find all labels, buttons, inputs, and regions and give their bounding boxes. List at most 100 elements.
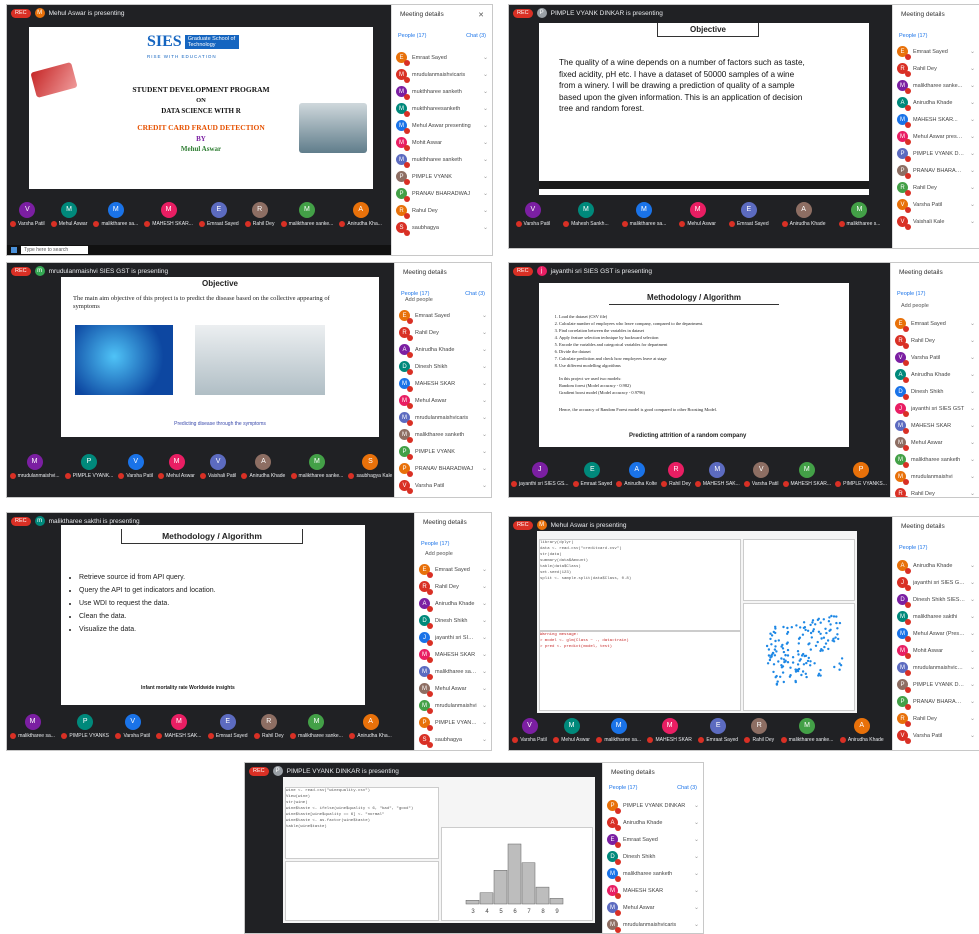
participant-row[interactable]: Mmrudulanmaishvicaris ⌄ [607, 916, 699, 933]
participant-row[interactable]: MMehul Aswar presenting ⌄ [897, 128, 975, 145]
chevron-down-icon[interactable]: ⌄ [482, 685, 487, 692]
participant-tile[interactable]: Mmrudulanmaishvi... [9, 453, 60, 479]
participant-row[interactable]: M Mehul Aswar ⌄ [419, 680, 487, 697]
chevron-down-icon[interactable]: ⌄ [970, 698, 975, 705]
chevron-down-icon[interactable]: ⌄ [482, 634, 487, 641]
tab-people[interactable]: People (17) [899, 33, 927, 39]
participant-tile[interactable]: M MAHESH SAK... [156, 713, 201, 739]
participant-row[interactable]: V Varsha Patil ⌄ [895, 349, 975, 366]
participant-row[interactable]: PPRANAV BHARADWAJ ⌄ [897, 162, 975, 179]
participant-tile[interactable]: P PIMPLE VYANK... [64, 453, 113, 479]
participant-tile[interactable]: P PIMPLE VYANKS... [835, 461, 887, 487]
chevron-down-icon[interactable]: ⌄ [970, 201, 975, 208]
participant-tile[interactable]: Mmaliktharee sanke... [780, 717, 833, 743]
participant-row[interactable]: R Rahil Dey ⌄ [419, 578, 487, 595]
participant-tile[interactable]: V Varsha Patil [115, 713, 150, 739]
participant-tile[interactable]: Mmaliktharee sanke... [290, 453, 343, 479]
chevron-down-icon[interactable]: ⌄ [483, 122, 488, 129]
participant-tile[interactable]: M Mehul Aswar [50, 201, 87, 227]
participant-row[interactable]: A Anirudha Khade ⌄ [897, 557, 975, 574]
participant-row[interactable]: V Varsha Patil ⌄ [897, 196, 975, 213]
chevron-down-icon[interactable]: ⌄ [970, 681, 975, 688]
chevron-down-icon[interactable]: ⌄ [970, 320, 975, 327]
tab-chat[interactable]: Chat (3) [465, 291, 485, 297]
participant-row[interactable]: PPRANAV BHARADWAJ ⌄ [396, 185, 488, 202]
tab-people[interactable]: People (17) [421, 541, 449, 547]
participant-row[interactable]: D Dinesh Shikh ⌄ [607, 848, 699, 865]
tab-people[interactable]: People (17) [398, 33, 426, 39]
chevron-down-icon[interactable]: ⌄ [970, 371, 975, 378]
chevron-down-icon[interactable]: ⌄ [482, 668, 487, 675]
participant-row[interactable]: M MAHESH SKAR ⌄ [419, 646, 487, 663]
participant-row[interactable]: M MAHESH SKAR ⌄ [399, 375, 487, 392]
chevron-down-icon[interactable]: ⌄ [970, 184, 975, 191]
participant-tile[interactable]: E Emraat Sayed [198, 201, 239, 227]
participant-row[interactable]: Mmrudulanmaishvicaris ⌄ [399, 409, 487, 426]
participant-row[interactable]: PPIMPLE VYANK DINKAR ⌄ [607, 797, 699, 814]
participant-row[interactable]: M MAHESH SKAR ⌄ [607, 882, 699, 899]
tab-chat[interactable]: Chat (3) [466, 33, 486, 39]
participant-row[interactable]: Mmukthharee sanketh ⌄ [396, 151, 488, 168]
chevron-down-icon[interactable]: ⌄ [970, 65, 975, 72]
participant-tile[interactable]: V Varsha Patil [118, 453, 153, 479]
participant-row[interactable]: PPIMPLE VYANK DINKAR ⌄ [897, 145, 975, 162]
participant-row[interactable]: D Dinesh Shikh ⌄ [419, 612, 487, 629]
participant-tile[interactable]: A Anirudha Khade [241, 453, 285, 479]
chevron-down-icon[interactable]: ⌄ [970, 48, 975, 55]
chevron-down-icon[interactable]: ⌄ [482, 414, 487, 421]
participant-row[interactable]: R Rahul Dey ⌄ [396, 202, 488, 219]
participant-tile[interactable]: Ssaubhagya Kale [348, 453, 392, 479]
chevron-down-icon[interactable]: ⌄ [483, 54, 488, 61]
participant-row[interactable]: M Mehul Aswar ⌄ [607, 899, 699, 916]
participant-row[interactable]: PPIMPLE VYANK DINKAR ⌄ [897, 676, 975, 693]
chevron-down-icon[interactable]: ⌄ [482, 583, 487, 590]
participant-row[interactable]: V Vaishali Kale ⌄ [897, 213, 975, 230]
chevron-down-icon[interactable]: ⌄ [483, 139, 488, 146]
tab-people[interactable]: People (17) [609, 785, 637, 791]
participant-tile[interactable]: Mmaliktharee sa... [10, 713, 55, 739]
participant-row[interactable]: Mmrudulanmaishvi ⌄ [895, 468, 975, 485]
participant-tile[interactable]: V Varsha Patil [10, 201, 45, 227]
participant-row[interactable]: D Dinesh Shikh ⌄ [399, 358, 487, 375]
participant-row[interactable]: Jjayanthi sri SIES GST ⌄ [419, 629, 487, 646]
chevron-down-icon[interactable]: ⌄ [970, 422, 975, 429]
chevron-down-icon[interactable]: ⌄ [694, 904, 699, 911]
participant-row[interactable]: A Anirudha Khade ⌄ [895, 366, 975, 383]
participant-row[interactable]: DDinesh Shikh SIES GST ⌄ [897, 591, 975, 608]
chevron-down-icon[interactable]: ⌄ [483, 88, 488, 95]
participant-row[interactable]: Jjayanthi sri SIES GST ⌄ [895, 400, 975, 417]
participant-row[interactable]: E Emraat Sayed ⌄ [895, 315, 975, 332]
participant-row[interactable]: P PIMPLE VYANK ⌄ [399, 443, 487, 460]
chevron-down-icon[interactable]: ⌄ [482, 736, 487, 743]
chevron-down-icon[interactable]: ⌄ [970, 647, 975, 654]
add-people-button[interactable]: Add people [425, 551, 453, 557]
participant-row[interactable]: R Rahil Dey ⌄ [895, 332, 975, 349]
chevron-down-icon[interactable]: ⌄ [482, 651, 487, 658]
participant-row[interactable]: Jjayanthi sri SIES GST ⌄ [897, 574, 975, 591]
participant-tile[interactable]: R Rahil Dey [744, 717, 774, 743]
participant-tile[interactable]: M MAHESH SAK... [694, 461, 740, 487]
participant-row[interactable]: Mmaliktharee sanketh ⌄ [895, 451, 975, 468]
participant-tile[interactable]: P PIMPLE VYANKS [61, 713, 109, 739]
participant-tile[interactable]: M Mehul Aswar [553, 717, 590, 743]
participant-row[interactable]: PPRANAV BHARADWAJ ⌄ [399, 460, 487, 477]
chevron-down-icon[interactable]: ⌄ [970, 116, 975, 123]
participant-row[interactable]: R Rahil Dey ⌄ [895, 485, 975, 497]
start-icon[interactable] [11, 247, 17, 253]
participant-tile[interactable]: M Mehul Aswar [679, 201, 716, 227]
participant-row[interactable]: M Mehul Aswar ⌄ [399, 392, 487, 409]
participant-row[interactable]: A Anirudha Khade ⌄ [419, 595, 487, 612]
participant-row[interactable]: Mmrudulanmaishvicaris ⌄ [396, 66, 488, 83]
participant-row[interactable]: M Mehul Aswar ⌄ [895, 434, 975, 451]
participant-tile[interactable]: V Varsha Patil [743, 461, 778, 487]
chevron-down-icon[interactable]: ⌄ [970, 354, 975, 361]
chevron-down-icon[interactable]: ⌄ [482, 380, 487, 387]
participant-tile[interactable]: V Vaishali Patil [200, 453, 236, 479]
chevron-down-icon[interactable]: ⌄ [970, 490, 975, 497]
tab-people[interactable]: People (17) [899, 545, 927, 551]
chevron-down-icon[interactable]: ⌄ [694, 853, 699, 860]
participant-tile[interactable]: E Emraat Sayed [698, 717, 738, 743]
chevron-down-icon[interactable]: ⌄ [694, 836, 699, 843]
chevron-down-icon[interactable]: ⌄ [970, 664, 975, 671]
participant-row[interactable]: Mmaliktharee sanketh ⌄ [399, 426, 487, 443]
